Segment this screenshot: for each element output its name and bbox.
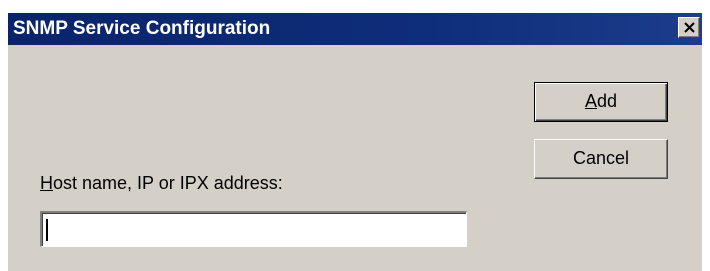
close-icon — [684, 22, 695, 33]
host-label-mnemonic: H — [40, 173, 53, 193]
close-button[interactable] — [678, 17, 700, 38]
host-field-label: Host name, IP or IPX address: — [40, 173, 283, 194]
add-mnemonic: A — [584, 91, 597, 111]
add-label: dd — [596, 91, 618, 111]
title-bar[interactable]: SNMP Service Configuration — [8, 13, 702, 45]
add-button[interactable]: Add — [534, 82, 668, 122]
host-label-text: ost name, IP or IPX address: — [53, 173, 283, 193]
window-title: SNMP Service Configuration — [13, 18, 271, 39]
text-caret — [46, 219, 48, 241]
host-address-input[interactable] — [40, 211, 467, 247]
snmp-config-dialog: SNMP Service Configuration Add Cancel Ho… — [8, 13, 702, 271]
cancel-button[interactable]: Cancel — [534, 139, 668, 179]
